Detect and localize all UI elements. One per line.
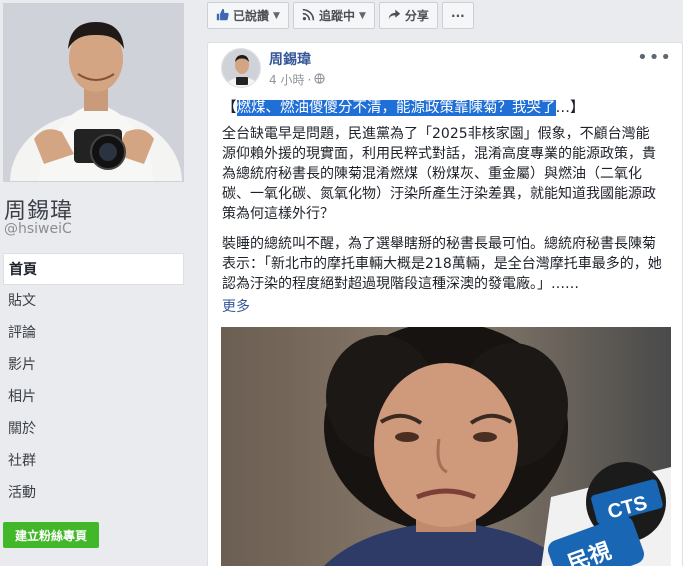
nav-item-events[interactable]: 活動 (3, 477, 184, 509)
liked-button[interactable]: 已說讚 ▼ (207, 2, 289, 29)
following-label: 追蹤中 (318, 9, 355, 23)
author-avatar[interactable] (221, 48, 261, 88)
title-bracket-open: 【 (222, 100, 237, 116)
profile-photo[interactable] (3, 3, 184, 182)
more-options-button[interactable]: ··· (441, 2, 474, 29)
profile-photo-illustration (4, 4, 183, 181)
post-paragraph-2: 裝睡的總統叫不醒，為了選舉瞎掰的秘書長最可怕。總統府秘書長陳菊表示：「新北市的摩… (222, 236, 662, 292)
share-label: 分享 (404, 9, 429, 23)
post-options-menu[interactable]: ••• (637, 47, 672, 68)
following-button[interactable]: 追蹤中 ▼ (292, 2, 375, 29)
nav-item-reviews[interactable]: 評論 (3, 317, 184, 349)
liked-label: 已說讚 (233, 9, 270, 23)
rss-icon (302, 8, 315, 24)
post-timestamp[interactable]: 4 小時 (269, 71, 304, 88)
more-label: ··· (451, 8, 465, 23)
post-card: 周錫瑋 4 小時 · ••• 【燃煤、燃油傻傻分不清，能源政策靠陳菊？我哭了…】… (207, 42, 683, 566)
meta-separator: · (307, 72, 312, 87)
post-meta: 4 小時 · (269, 71, 325, 88)
nav-item-photos[interactable]: 相片 (3, 381, 184, 413)
thumbs-up-icon (216, 8, 229, 24)
nav-item-videos[interactable]: 影片 (3, 349, 184, 381)
title-rest: …】 (555, 100, 585, 116)
nav-item-posts[interactable]: 貼文 (3, 285, 184, 317)
share-button[interactable]: 分享 (378, 2, 438, 29)
chevron-down-icon: ▼ (273, 10, 280, 21)
globe-icon (314, 72, 325, 87)
left-column: 周錫瑋 @hsiweiC 首頁 貼文 評論 影片 相片 關於 社群 活動 建立粉… (0, 0, 193, 566)
create-page-button[interactable]: 建立粉絲專頁 (3, 522, 99, 548)
post-paragraph-1: 全台缺電早是問題，民進黨為了「2025非核家園」假象，不顧台灣能源仰賴外援的現實… (222, 126, 656, 222)
chevron-down-icon: ▼ (358, 10, 366, 21)
page-nav: 首頁 貼文 評論 影片 相片 關於 社群 活動 (3, 253, 184, 509)
page-action-bar: 已說讚 ▼ 追蹤中 ▼ 分享 ··· (207, 2, 474, 29)
post-image[interactable]: CTS 民視 (221, 327, 671, 566)
page-handle[interactable]: @hsiweiC (4, 221, 72, 237)
post-photo-illustration: CTS 民視 (221, 327, 671, 566)
avatar-image (222, 49, 260, 87)
post-title: 【燃煤、燃油傻傻分不清，能源政策靠陳菊？我哭了…】 (222, 96, 585, 117)
post-author-name[interactable]: 周錫瑋 (269, 49, 311, 69)
nav-item-about[interactable]: 關於 (3, 413, 184, 445)
nav-item-home[interactable]: 首頁 (3, 253, 184, 285)
nav-item-community[interactable]: 社群 (3, 445, 184, 477)
share-arrow-icon (388, 8, 401, 24)
see-more-link[interactable]: 更多 (222, 296, 250, 316)
title-selected-text[interactable]: 燃煤、燃油傻傻分不清，能源政策靠陳菊？我哭了 (236, 100, 556, 116)
